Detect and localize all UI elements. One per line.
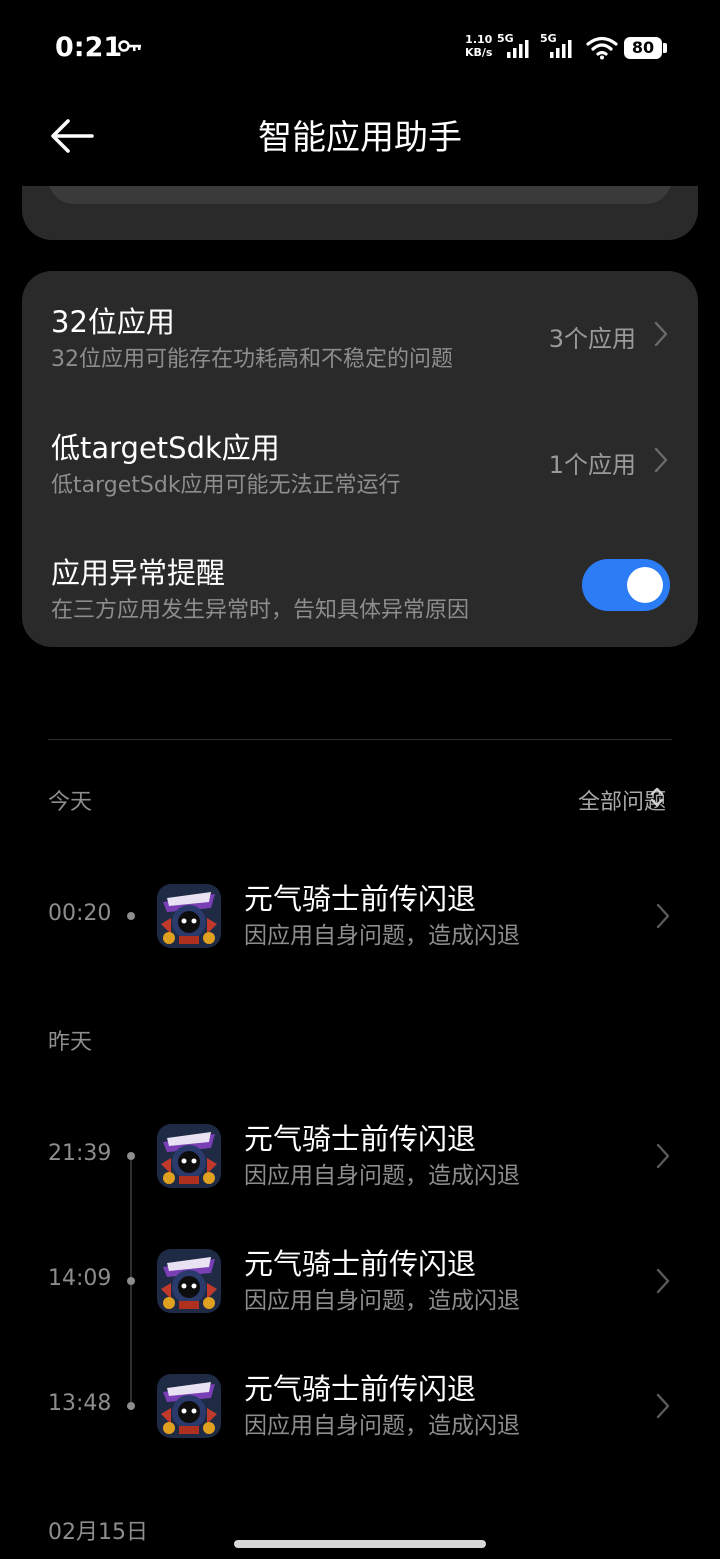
section-label-date: 02月15日 [48, 1520, 148, 1545]
section-label-yesterday: 昨天 [48, 1030, 93, 1055]
setting-title: 低targetSdk应用 [51, 431, 280, 465]
home-indicator[interactable] [234, 1540, 486, 1548]
battery-tip [663, 43, 667, 53]
settings-card: 32位应用 32位应用可能存在功耗高和不稳定的问题 3个应用 低targetSd… [22, 271, 698, 647]
timeline-dot [127, 912, 135, 920]
log-entry[interactable]: 13:48 元气骑士前传闪退 因应用自身问题，造成闪退 [0, 1360, 720, 1460]
network-speed: 1.10 KB/s [465, 33, 492, 59]
log-entry[interactable]: 14:09 元气骑士前传闪退 因应用自身问题，造成闪退 [0, 1235, 720, 1335]
app-icon [157, 884, 221, 948]
log-entry-time: 21:39 [48, 1141, 112, 1166]
log-entry-time: 13:48 [48, 1391, 112, 1416]
log-entry[interactable]: 00:20 元气骑士前传闪退 因应用自身问题，造成闪退 [0, 870, 720, 970]
wifi-icon [586, 36, 618, 60]
timeline-dot [127, 1152, 135, 1160]
setting-32bit-apps[interactable]: 32位应用 32位应用可能存在功耗高和不稳定的问题 3个应用 [22, 271, 698, 381]
log-entry-time: 14:09 [48, 1266, 112, 1291]
chevron-right-icon [654, 447, 668, 473]
network-speed-unit: KB/s [465, 46, 493, 59]
log-entry-time: 00:20 [48, 901, 112, 926]
log-entry-subtitle: 因应用自身问题，造成闪退 [244, 1288, 520, 1314]
app-icon [157, 1124, 221, 1188]
setting-value: 3个应用 [548, 325, 636, 353]
exception-alert-toggle[interactable] [582, 559, 670, 611]
setting-title: 应用异常提醒 [51, 556, 226, 590]
setting-subtitle: 低targetSdk应用可能无法正常运行 [51, 473, 401, 498]
key-icon [118, 40, 141, 52]
chevron-right-icon [656, 1393, 670, 1419]
log-entry-title: 元气骑士前传闪退 [244, 1122, 477, 1156]
setting-title: 32位应用 [51, 305, 175, 339]
battery-icon: 80 [624, 37, 662, 59]
setting-subtitle: 在三方应用发生异常时，告知具体异常原因 [51, 598, 470, 623]
chevron-right-icon [656, 903, 670, 929]
app-icon [157, 1249, 221, 1313]
chevron-right-icon [656, 1268, 670, 1294]
chevron-right-icon [654, 321, 668, 347]
timeline-dot [127, 1277, 135, 1285]
network-speed-value: 1.10 [465, 33, 493, 46]
status-bar: 0:21 1.10 KB/s 5G 5G 80 [0, 0, 720, 96]
chevron-right-icon [656, 1143, 670, 1169]
signal-icon: 5G [497, 32, 531, 60]
log-entry[interactable]: 21:39 元气骑士前传闪退 因应用自身问题，造成闪退 [0, 1110, 720, 1210]
divider [48, 739, 672, 740]
log-entry-title: 元气骑士前传闪退 [244, 1247, 477, 1281]
timeline-dot [127, 1402, 135, 1410]
sort-updown-icon[interactable] [649, 786, 665, 808]
log-entry-subtitle: 因应用自身问题，造成闪退 [244, 1163, 520, 1189]
signal-icon: 5G [540, 32, 574, 60]
log-entry-subtitle: 因应用自身问题，造成闪退 [244, 1413, 520, 1439]
status-time: 0:21 [55, 32, 123, 63]
app-icon [157, 1374, 221, 1438]
section-label-today: 今天 [48, 790, 93, 815]
setting-low-targetsdk-apps[interactable]: 低targetSdk应用 低targetSdk应用可能无法正常运行 1个应用 [22, 397, 698, 507]
toggle-knob [627, 567, 663, 603]
setting-subtitle: 32位应用可能存在功耗高和不稳定的问题 [51, 347, 453, 372]
log-entry-subtitle: 因应用自身问题，造成闪退 [244, 923, 520, 949]
page-title: 智能应用助手 [258, 118, 462, 158]
log-entry-title: 元气骑士前传闪退 [244, 882, 477, 916]
setting-value: 1个应用 [548, 451, 636, 479]
log-entry-title: 元气骑士前传闪退 [244, 1372, 477, 1406]
